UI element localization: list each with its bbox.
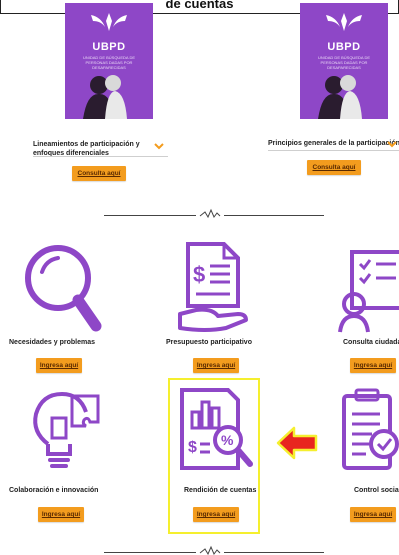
chevron-down-icon[interactable] (153, 141, 165, 151)
ornament-icon (199, 208, 221, 219)
ubpd-logo-icon (300, 11, 388, 40)
consultation-icon (338, 250, 399, 333)
clipboard-check-icon (342, 388, 399, 470)
section-divider-left (104, 215, 196, 216)
svg-text:$: $ (193, 262, 205, 287)
card-button-colaboracion[interactable]: Ingresa aquí (38, 507, 84, 522)
svg-text:$: $ (188, 439, 197, 456)
lightbulb-puzzle-icon (33, 391, 100, 468)
consult-button-2[interactable]: Consulta aquí (307, 160, 361, 175)
chevron-down-icon[interactable] (386, 139, 398, 149)
section-divider-left (104, 552, 196, 553)
card-button-presupuesto[interactable]: Ingresa aquí (193, 358, 239, 373)
ubpd-logo-icon (65, 11, 153, 40)
card-label: Presupuesto participativo (166, 339, 252, 346)
document-cover-1[interactable]: UBPD UNIDAD DE BÚSQUEDA DE PERSONAS DADA… (65, 3, 153, 119)
ornament-icon (199, 545, 221, 555)
card-button-rendicion[interactable]: Ingresa aquí (193, 507, 239, 522)
card-button-necesidades[interactable]: Ingresa aquí (36, 358, 82, 373)
card-label: Colaboración e innovación (9, 487, 99, 494)
svg-text:%: % (221, 432, 234, 448)
divider-line (268, 150, 399, 151)
card-label: Necesidades y problemas (9, 339, 95, 346)
section-divider-right (224, 552, 324, 553)
card-label: Consulta ciudadana (343, 339, 399, 346)
consult-button-1[interactable]: Consulta aquí (72, 166, 126, 181)
card-label: Rendición de cuentas (184, 487, 257, 494)
magnifier-icon (25, 245, 102, 332)
cover-photo (300, 67, 388, 119)
cover-brand: UBPD (327, 41, 361, 53)
budget-document-icon: $ (178, 242, 248, 332)
cover-brand: UBPD (92, 41, 126, 53)
section-divider-right (224, 215, 324, 216)
card-button-consulta[interactable]: Ingresa aquí (350, 358, 396, 373)
document-cover-2[interactable]: UBPD UNIDAD DE BÚSQUEDA DE PERSONAS DADA… (300, 3, 388, 119)
divider-line (33, 156, 168, 157)
cover-photo (65, 67, 153, 119)
pointer-arrow-icon (276, 426, 318, 460)
report-analysis-icon: $ % (180, 388, 253, 470)
card-button-control-social[interactable]: Ingresa aquí (350, 507, 396, 522)
document-title-2: Principios generales de la participación (268, 140, 399, 147)
card-label: Control social (354, 487, 399, 494)
